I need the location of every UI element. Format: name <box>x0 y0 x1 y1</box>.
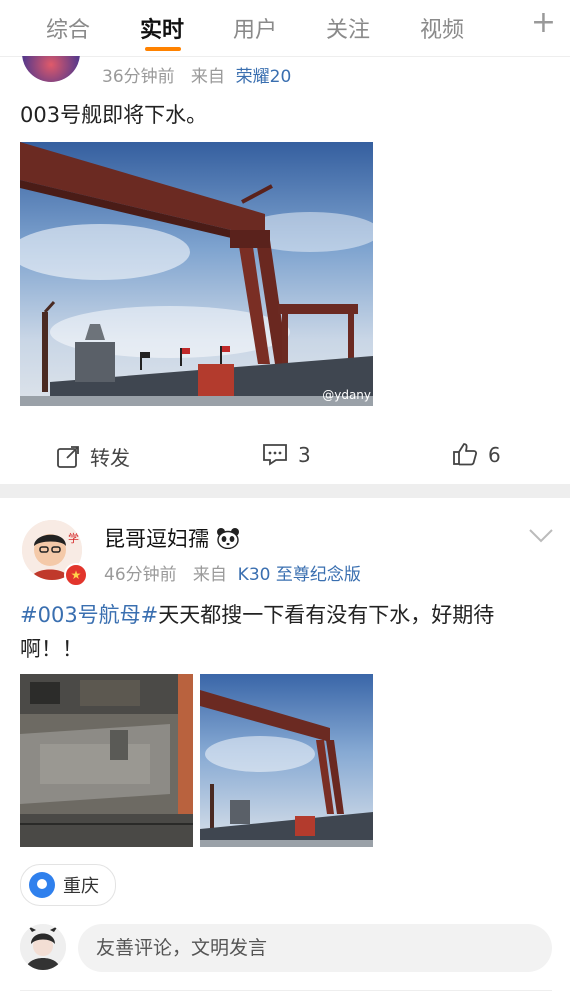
location-tag[interactable]: 重庆 <box>20 864 116 906</box>
active-tab-indicator <box>145 47 181 51</box>
post-image-1[interactable] <box>20 674 193 847</box>
username[interactable]: 昆哥逗妇孺 <box>104 523 240 553</box>
panda-icon <box>216 528 239 550</box>
post-image[interactable]: @ydany <box>20 142 373 406</box>
tab-comprehensive[interactable]: 综合 <box>46 12 90 44</box>
repost-label: 转发 <box>90 446 130 470</box>
tab-following[interactable]: 关注 <box>326 12 370 44</box>
comment-icon <box>263 444 287 466</box>
location-pin-icon <box>29 872 55 898</box>
post-time: 46分钟前 <box>104 565 177 585</box>
username-text: 昆哥逗妇孺 <box>104 527 209 551</box>
from-label: 来自 <box>192 565 227 585</box>
svg-text:学: 学 <box>68 531 79 545</box>
plus-icon[interactable]: + <box>531 8 556 38</box>
location-label: 重庆 <box>63 876 99 897</box>
tab-video[interactable]: 视频 <box>420 12 464 44</box>
post-source[interactable]: 荣耀20 <box>236 67 292 87</box>
comment-count: 3 <box>298 443 311 467</box>
chevron-down-icon[interactable] <box>528 528 554 544</box>
post-image-2[interactable] <box>200 674 373 847</box>
repost-button[interactable]: 转发 <box>56 442 130 471</box>
thumbs-up-icon <box>453 443 478 466</box>
comment-input[interactable]: 友善评论，文明发言 <box>78 924 552 972</box>
topic-link[interactable]: #003号航母# <box>20 603 158 627</box>
top-tab-bar: 综合 实时 用户 关注 视频 + <box>0 0 570 57</box>
verified-badge: ★ <box>64 563 88 587</box>
share-icon <box>57 446 79 468</box>
card-separator <box>0 484 570 498</box>
post-text: 003号舰即将下水。 <box>20 103 208 127</box>
divider <box>20 990 552 991</box>
tab-users[interactable]: 用户 <box>233 12 277 44</box>
post-time: 36分钟前 <box>102 67 175 87</box>
post-meta: 36分钟前 来自 荣耀20 <box>102 62 291 87</box>
comment-button[interactable]: 3 <box>262 442 311 467</box>
like-button[interactable]: 6 <box>452 442 501 467</box>
from-label: 来自 <box>190 67 225 87</box>
like-count: 6 <box>488 443 501 467</box>
post-meta: 46分钟前 来自 K30 至尊纪念版 <box>104 560 361 585</box>
post-action-bar: 转发 3 6 <box>0 428 570 484</box>
user-avatar[interactable] <box>20 924 66 970</box>
avatar[interactable] <box>22 56 80 82</box>
post-source[interactable]: K30 至尊纪念版 <box>238 565 361 585</box>
tab-realtime[interactable]: 实时 <box>140 12 184 44</box>
image-watermark: @ydany <box>322 388 371 402</box>
post-text: #003号航母#天天都搜一下看有没有下水，好期待啊！！ <box>20 598 555 666</box>
